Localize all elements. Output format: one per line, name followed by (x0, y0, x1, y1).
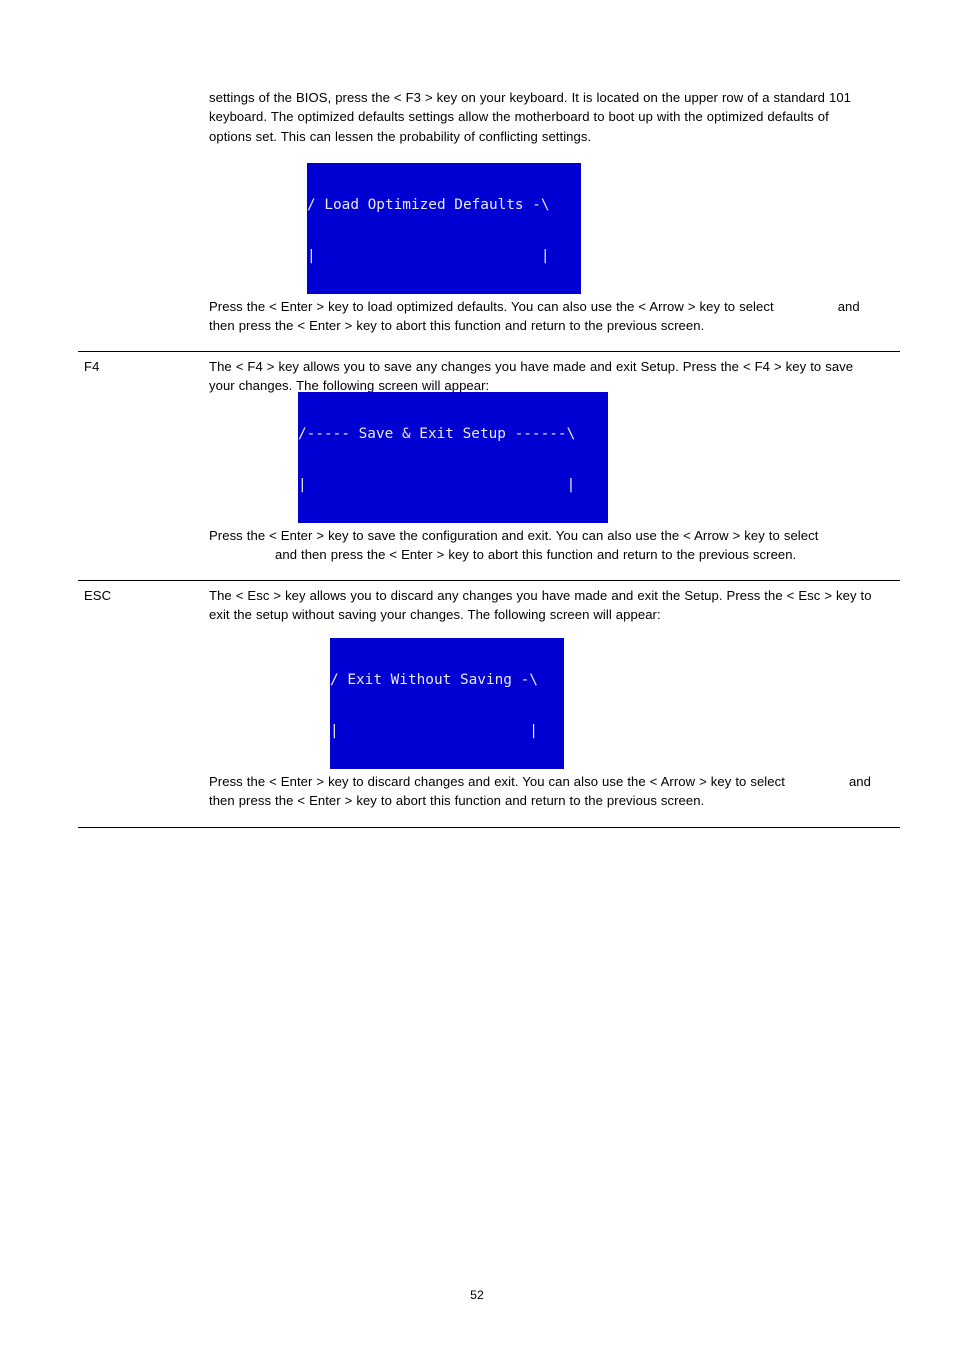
table-rule-bottom (78, 827, 900, 828)
after-exit-part1: Press the < Enter > key to discard chang… (209, 774, 785, 789)
f4-description-text: The < F4 > key allows you to save any ch… (209, 359, 854, 394)
esc-description-text: The < Esc > key allows you to discard an… (209, 588, 872, 623)
table-description-f4: The < F4 > key allows you to save any ch… (209, 357, 875, 396)
bios-blank-line: | | (330, 723, 538, 740)
bios-border-top: / Load Optimized Defaults -\ (307, 197, 550, 213)
paragraph-after-exit-without-saving: Press the < Enter > key to discard chang… (209, 772, 875, 811)
intro-paragraph-block: settings of the BIOS, press the < F3 > k… (209, 88, 875, 146)
document-page: settings of the BIOS, press the < F3 > k… (0, 0, 954, 1350)
intro-paragraph: settings of the BIOS, press the < F3 > k… (209, 90, 852, 144)
table-description-esc: The < Esc > key allows you to discard an… (209, 586, 875, 625)
table-key-esc: ESC (84, 588, 112, 603)
page-number: 52 (470, 1288, 484, 1302)
paragraph-after-load-defaults: Press the < Enter > key to load optimize… (209, 297, 875, 336)
paragraph-after-save-exit: Press the < Enter > key to save the conf… (209, 526, 875, 565)
after-load-defaults-part1: Press the < Enter > key to load optimize… (209, 299, 774, 314)
bios-border-top: /----- Save & Exit Setup ------\ (298, 426, 576, 442)
bios-dialog-load-optimized-defaults: / Load Optimized Defaults -\ | | | Load … (307, 163, 581, 294)
bios-dialog-exit-without-saving: / Exit Without Saving -\ | | | Quit with… (330, 638, 564, 769)
bios-blank-line: | | (298, 477, 576, 494)
after-save-exit-part1: Press the < Enter > key to save the conf… (209, 528, 819, 543)
table-rule-above-esc (78, 580, 900, 581)
table-key-f4: F4 (84, 359, 100, 374)
bios-border-top: / Exit Without Saving -\ (330, 672, 538, 688)
after-save-exit-part2: and then press the < Enter > key to abor… (275, 547, 797, 563)
table-rule-above-f4 (78, 351, 900, 352)
bios-dialog-save-and-exit-setup: /----- Save & Exit Setup ------\ | | | S… (298, 392, 608, 523)
bios-blank-line: | | (307, 248, 550, 265)
